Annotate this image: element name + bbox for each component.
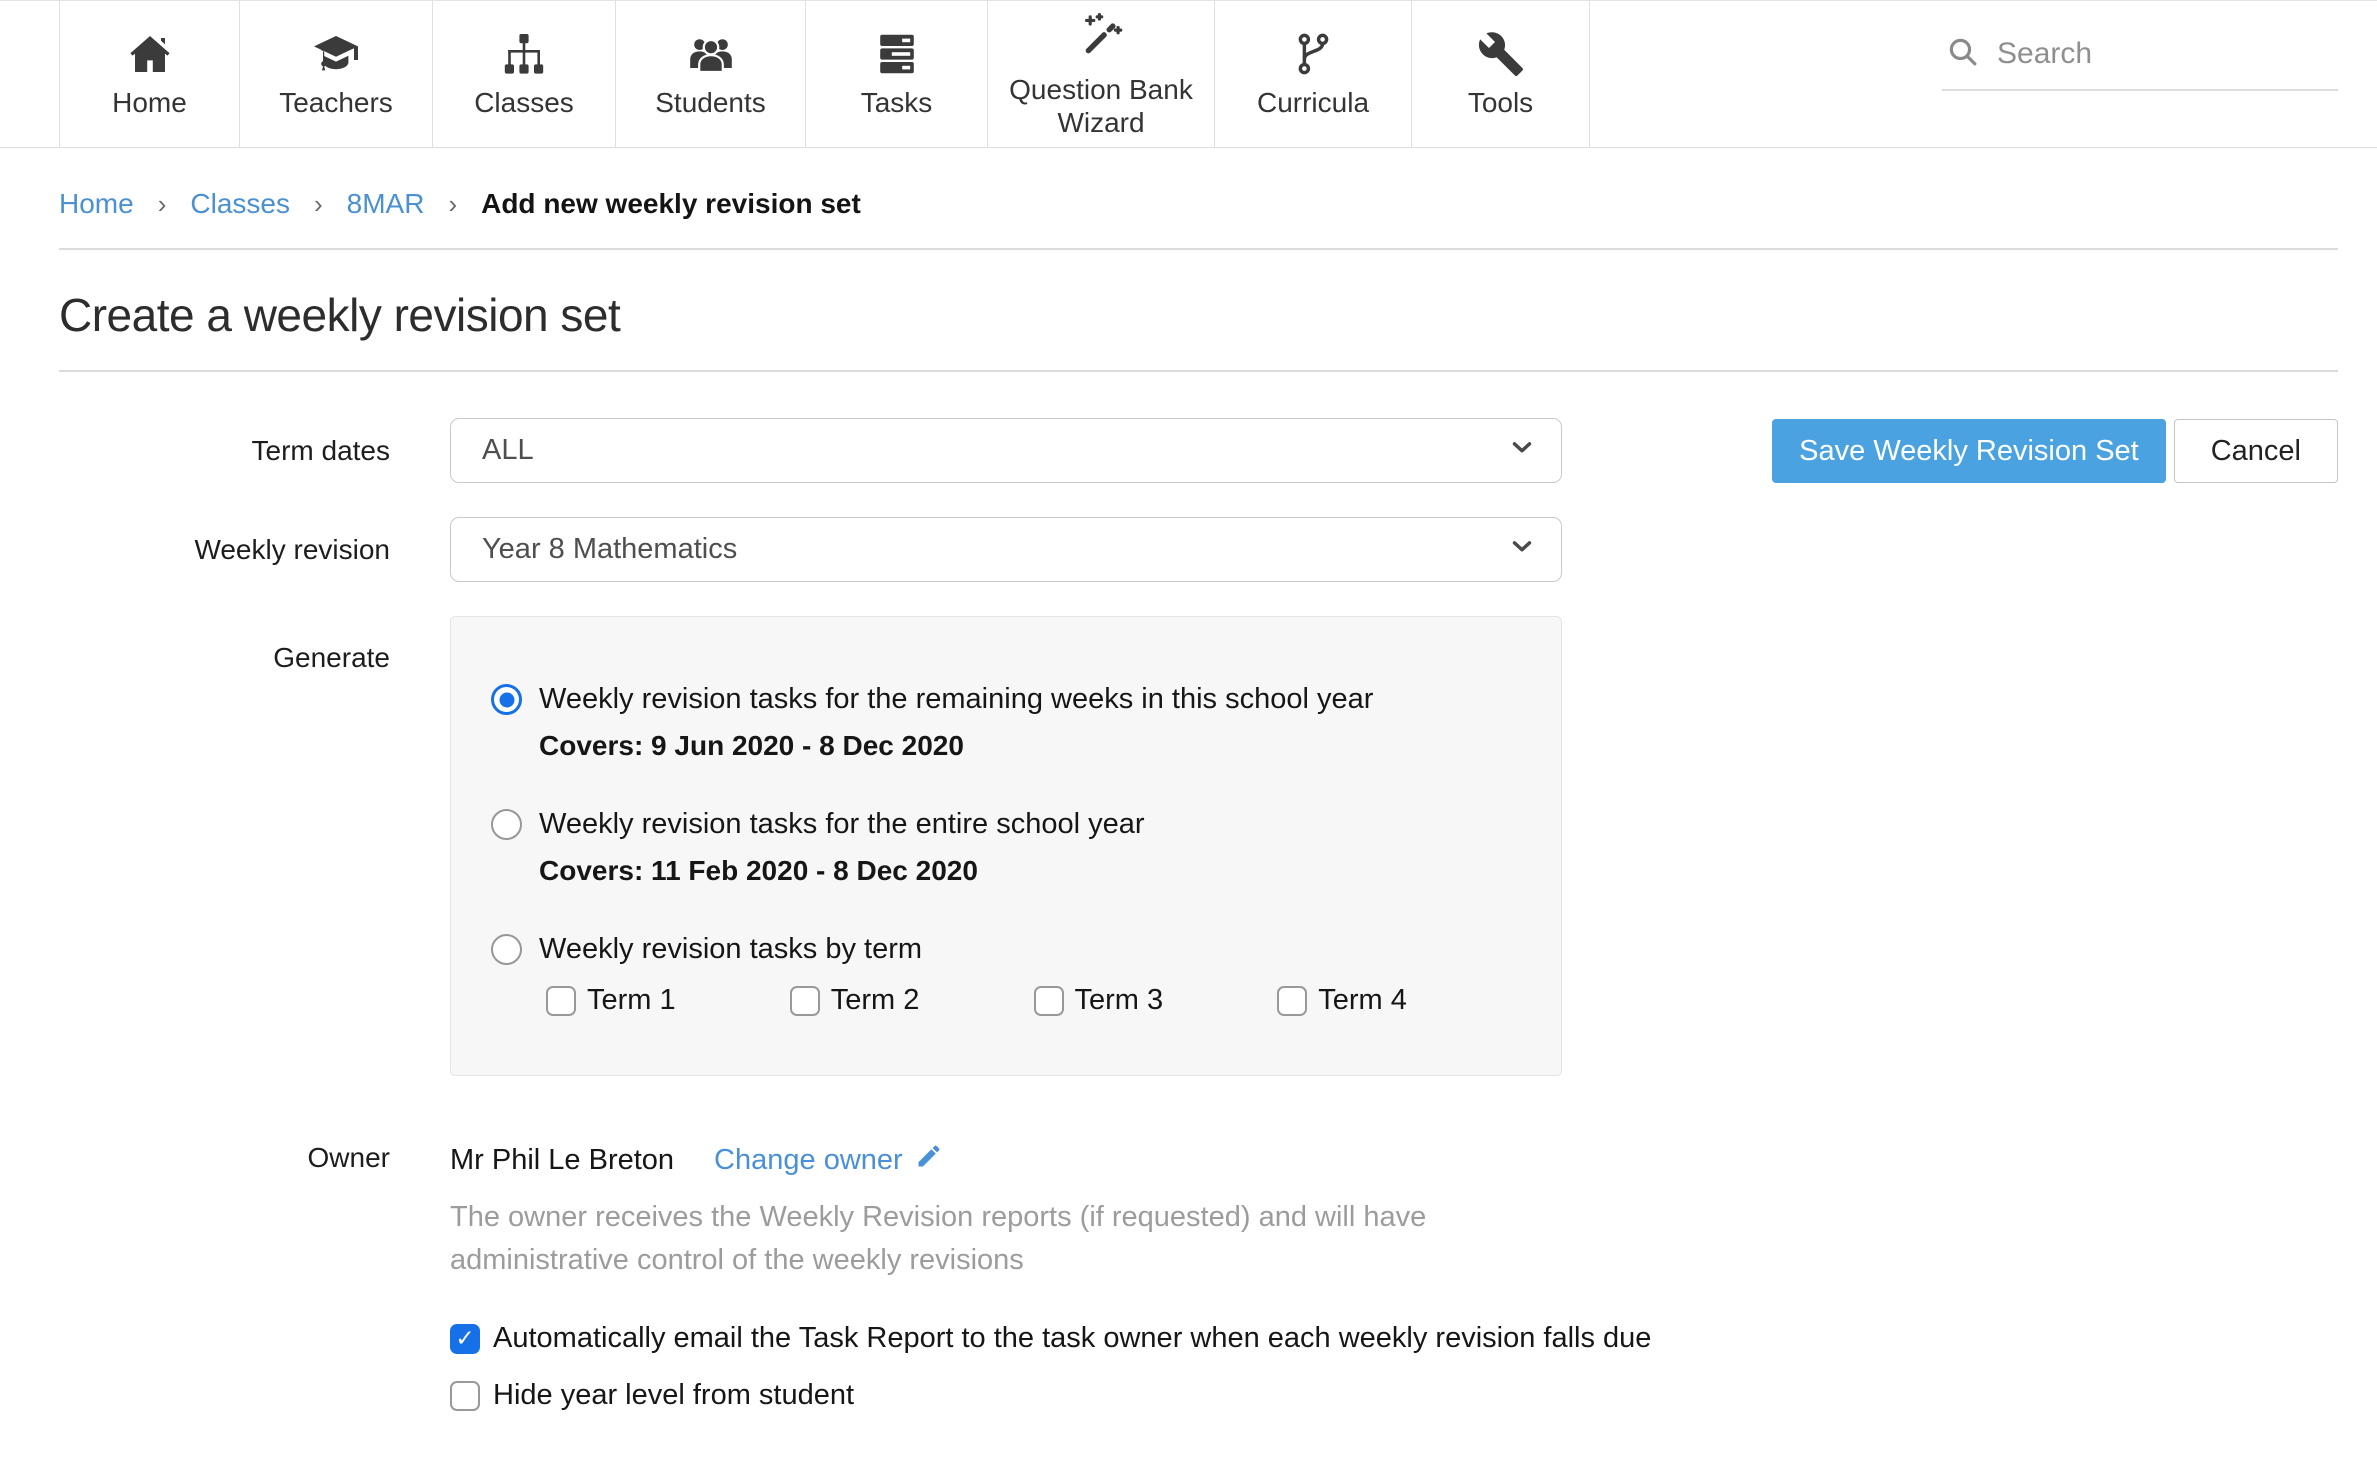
radio-option-label[interactable]: Weekly revision tasks for the entire sch… (539, 808, 1145, 841)
nav-label: Teachers (279, 87, 393, 119)
weekly-revision-select[interactable]: Year 8 Mathematics (450, 517, 1562, 582)
tasks-icon (873, 30, 921, 78)
create-revision-form: Save Weekly Revision Set Cancel Term dat… (59, 418, 2338, 1463)
radio-button[interactable] (491, 809, 522, 840)
search-input[interactable] (1997, 37, 2297, 71)
nav-label: Curricula (1257, 87, 1369, 119)
generate-row: Generate Weekly revision tasks for the r… (59, 616, 2338, 1076)
weekly-revision-label: Weekly revision (59, 534, 390, 566)
breadcrumb-current: Add new weekly revision set (481, 188, 861, 220)
generate-label: Generate (59, 616, 390, 674)
owner-name: Mr Phil Le Breton (450, 1144, 674, 1177)
nav-item-curricula[interactable]: Curricula (1214, 1, 1411, 147)
change-owner-label[interactable]: Change owner (714, 1144, 903, 1177)
sitemap-icon (500, 30, 548, 78)
term-label[interactable]: Term 2 (831, 984, 920, 1017)
owner-help-text: The owner receives the Weekly Revision r… (450, 1196, 1440, 1282)
email-task-report-checkbox[interactable] (450, 1324, 480, 1354)
radio-option-label[interactable]: Weekly revision tasks for the remaining … (539, 683, 1373, 716)
nav-item-teachers[interactable]: Teachers (239, 1, 432, 147)
home-icon (126, 30, 174, 78)
page-title: Create a weekly revision set (59, 288, 2338, 342)
covers-dates: Covers: 11 Feb 2020 - 8 Dec 2020 (539, 855, 1521, 887)
term-3-checkbox[interactable] (1034, 986, 1064, 1016)
nav-label: Question Bank Wizard (994, 74, 1208, 138)
term-1-option[interactable]: Term 1 (546, 984, 790, 1017)
divider (59, 370, 2338, 372)
radio-option-remaining-weeks[interactable]: Weekly revision tasks for the remaining … (491, 683, 1521, 716)
nav-label: Classes (474, 87, 574, 119)
nav-item-tasks[interactable]: Tasks (805, 1, 987, 147)
students-icon (684, 30, 738, 78)
radio-option-entire-year[interactable]: Weekly revision tasks for the entire sch… (491, 808, 1521, 841)
owner-row: Owner Mr Phil Le Breton Change owner The… (59, 1142, 2338, 1412)
wrench-icon (1477, 30, 1525, 78)
email-task-report-label[interactable]: Automatically email the Task Report to t… (493, 1322, 1651, 1355)
save-weekly-revision-set-button[interactable]: Save Weekly Revision Set (1772, 419, 2166, 483)
term-1-checkbox[interactable] (546, 986, 576, 1016)
breadcrumb: Home › Classes › 8MAR › Add new weekly r… (59, 188, 2338, 220)
term-dates-value: ALL (482, 434, 534, 467)
nav-label: Tools (1468, 87, 1533, 119)
divider (59, 248, 2338, 250)
term-3-option[interactable]: Term 3 (1034, 984, 1278, 1017)
terms-row: Term 1 Term 2 Term 3 Term 4 (546, 984, 1521, 1017)
nav-item-question-bank-wizard[interactable]: Question Bank Wizard (987, 1, 1214, 147)
hide-year-level-option[interactable]: Hide year level from student (450, 1379, 1850, 1412)
term-dates-select[interactable]: ALL (450, 418, 1562, 483)
change-owner-link[interactable]: Change owner (714, 1142, 943, 1178)
branch-icon (1290, 30, 1336, 78)
search-box (1942, 35, 2338, 91)
nav-item-tools[interactable]: Tools (1411, 1, 1590, 147)
nav-label: Tasks (861, 87, 933, 119)
radio-option-by-term[interactable]: Weekly revision tasks by term (491, 933, 1521, 966)
term-4-option[interactable]: Term 4 (1277, 984, 1521, 1017)
weekly-revision-value: Year 8 Mathematics (482, 533, 737, 566)
hide-year-level-label[interactable]: Hide year level from student (493, 1379, 854, 1412)
covers-dates: Covers: 9 Jun 2020 - 8 Dec 2020 (539, 730, 1521, 762)
breadcrumb-separator: › (314, 189, 323, 220)
form-actions: Save Weekly Revision Set Cancel (1772, 419, 2338, 483)
generate-options-box: Weekly revision tasks for the remaining … (450, 616, 1562, 1076)
term-label[interactable]: Term 4 (1318, 984, 1407, 1017)
nav-item-students[interactable]: Students (615, 1, 805, 147)
term-label[interactable]: Term 3 (1075, 984, 1164, 1017)
term-2-option[interactable]: Term 2 (790, 984, 1034, 1017)
weekly-revision-row: Weekly revision Year 8 Mathematics (59, 517, 2338, 582)
hide-year-level-checkbox[interactable] (450, 1381, 480, 1411)
term-label[interactable]: Term 1 (587, 984, 676, 1017)
breadcrumb-8mar[interactable]: 8MAR (347, 188, 425, 220)
email-task-report-option[interactable]: Automatically email the Task Report to t… (450, 1322, 1850, 1355)
term-2-checkbox[interactable] (790, 986, 820, 1016)
breadcrumb-separator: › (448, 189, 457, 220)
graduation-cap-icon (310, 30, 362, 78)
radio-button[interactable] (491, 934, 522, 965)
search-icon (1946, 35, 1979, 73)
radio-button[interactable] (491, 684, 522, 715)
nav-label: Students (655, 87, 766, 119)
radio-option-label[interactable]: Weekly revision tasks by term (539, 933, 922, 966)
top-navigation: Home Teachers (0, 0, 2377, 148)
term-4-checkbox[interactable] (1277, 986, 1307, 1016)
breadcrumb-separator: › (158, 189, 167, 220)
cancel-button[interactable]: Cancel (2174, 419, 2338, 483)
term-dates-label: Term dates (59, 435, 390, 467)
chevron-down-icon (1507, 432, 1537, 470)
nav-label: Home (112, 87, 187, 119)
chevron-down-icon (1507, 531, 1537, 569)
breadcrumb-classes[interactable]: Classes (190, 188, 290, 220)
nav-item-home[interactable]: Home (59, 1, 239, 147)
breadcrumb-home[interactable]: Home (59, 188, 134, 220)
nav-item-classes[interactable]: Classes (432, 1, 615, 147)
owner-label: Owner (59, 1142, 390, 1174)
pencil-icon (915, 1142, 943, 1178)
magic-wand-icon (1074, 11, 1128, 65)
